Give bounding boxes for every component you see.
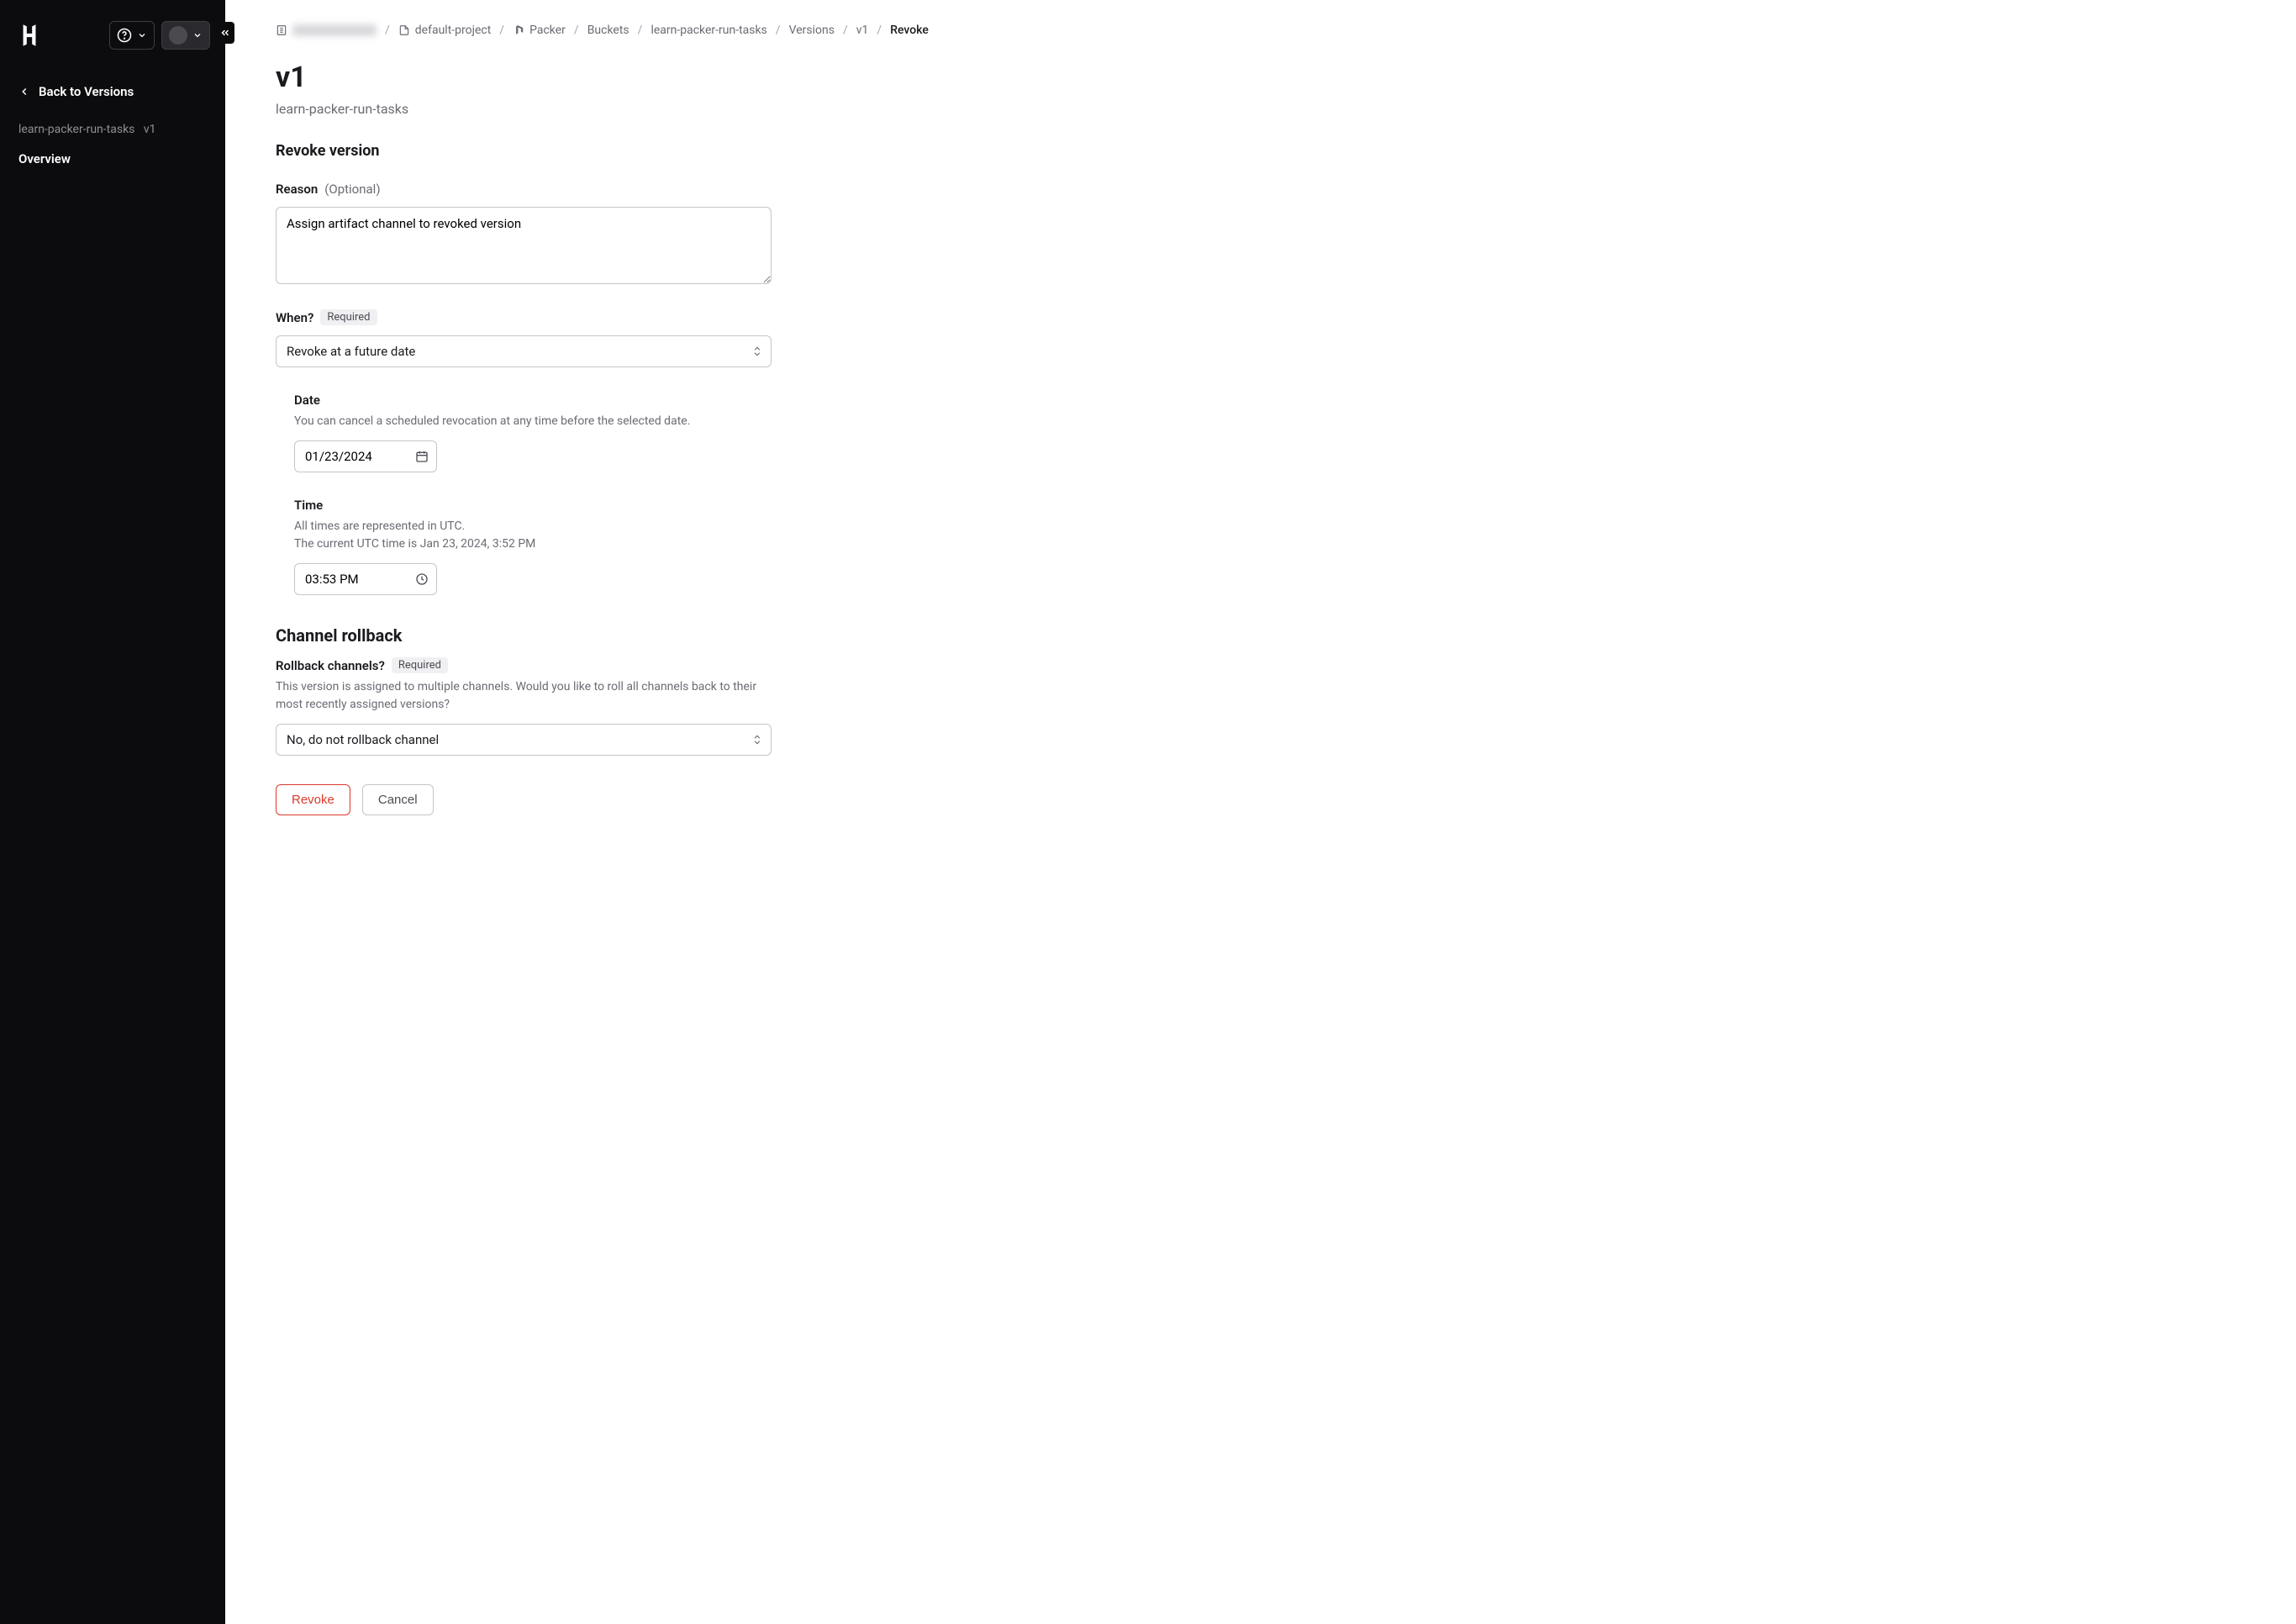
breadcrumb-packer[interactable]: Packer (513, 24, 566, 37)
rollback-field-group: Rollback channels? Required This version… (276, 657, 771, 756)
sidebar-item-overview[interactable]: Overview (0, 145, 225, 173)
time-field-group: Time All times are represented in UTC. T… (294, 498, 790, 595)
breadcrumb-label: Packer (529, 24, 566, 37)
breadcrumb-separator: / (843, 24, 848, 37)
hashicorp-logo[interactable] (15, 21, 44, 50)
sidebar-item-label: Overview (18, 151, 71, 166)
avatar (169, 26, 187, 45)
packer-icon (513, 24, 524, 36)
revoke-button[interactable]: Revoke (276, 784, 350, 815)
breadcrumb-project[interactable]: default-project (398, 24, 492, 37)
sidebar: Back to Versions learn-packer-run-tasks … (0, 0, 225, 1624)
time-help-line1: All times are represented in UTC. (294, 519, 465, 533)
breadcrumb-separator: / (574, 24, 579, 37)
org-name-redacted (292, 24, 377, 36)
breadcrumb-bucket-name[interactable]: learn-packer-run-tasks (650, 24, 766, 37)
when-select[interactable]: Revoke at a future date (276, 335, 771, 367)
required-badge: Required (392, 657, 448, 673)
breadcrumb-revoke: Revoke (890, 24, 929, 37)
page-subtitle: learn-packer-run-tasks (276, 101, 2246, 117)
breadcrumb-version[interactable]: v1 (856, 24, 869, 37)
breadcrumb-versions[interactable]: Versions (789, 24, 835, 37)
sidebar-context: learn-packer-run-tasks v1 (0, 114, 225, 145)
page-title: v1 (276, 61, 2246, 94)
sidebar-top (0, 0, 225, 54)
breadcrumb-label: default-project (415, 24, 492, 37)
when-field-group: When? Required Revoke at a future date (276, 309, 771, 367)
date-input[interactable] (294, 440, 437, 472)
revoke-section-title: Revoke version (276, 142, 2246, 160)
time-label: Time (294, 498, 323, 513)
breadcrumb-separator: / (385, 24, 390, 37)
breadcrumb-separator: / (776, 24, 781, 37)
time-input[interactable] (294, 563, 437, 595)
reason-label: Reason (276, 182, 318, 197)
date-field-group: Date You can cancel a scheduled revocati… (294, 393, 790, 472)
rollback-section-title: Channel rollback (276, 625, 2246, 646)
rollback-help-text: This version is assigned to multiple cha… (276, 678, 771, 714)
breadcrumb-separator: / (638, 24, 643, 37)
context-version: v1 (144, 123, 156, 136)
cancel-button[interactable]: Cancel (362, 784, 434, 815)
top-button-group (109, 21, 210, 50)
collapse-sidebar-button[interactable] (216, 22, 234, 44)
required-badge: Required (320, 309, 377, 325)
reason-field-group: Reason (Optional) Assign artifact channe… (276, 182, 771, 287)
time-help-text: All times are represented in UTC. The cu… (294, 518, 790, 553)
breadcrumb-separator: / (499, 24, 504, 37)
back-to-versions-link[interactable]: Back to Versions (0, 54, 225, 114)
breadcrumb: / default-project / Packer / Buckets / l… (276, 24, 2246, 37)
org-icon (276, 24, 287, 36)
when-label: When? (276, 310, 313, 325)
chevron-down-icon (192, 30, 203, 40)
action-buttons: Revoke Cancel (276, 784, 2246, 815)
chevron-left-icon (18, 86, 30, 98)
reason-textarea[interactable]: Assign artifact channel to revoked versi… (276, 207, 771, 284)
date-help-text: You can cancel a scheduled revocation at… (294, 413, 790, 430)
date-label: Date (294, 393, 320, 408)
rollback-label: Rollback channels? (276, 658, 385, 673)
context-bucket: learn-packer-run-tasks (18, 123, 134, 136)
time-help-line2: The current UTC time is Jan 23, 2024, 3:… (294, 537, 535, 551)
user-menu-button[interactable] (161, 21, 210, 50)
rollback-select[interactable]: No, do not rollback channel (276, 724, 771, 756)
breadcrumb-org[interactable] (276, 24, 377, 36)
breadcrumb-separator: / (877, 24, 882, 37)
back-link-label: Back to Versions (39, 84, 134, 99)
main-content: / default-project / Packer / Buckets / l… (225, 0, 2296, 1624)
reason-optional: (Optional) (324, 182, 380, 197)
project-icon (398, 24, 410, 36)
breadcrumb-buckets[interactable]: Buckets (587, 24, 629, 37)
help-menu-button[interactable] (109, 21, 155, 50)
chevron-down-icon (137, 30, 147, 40)
